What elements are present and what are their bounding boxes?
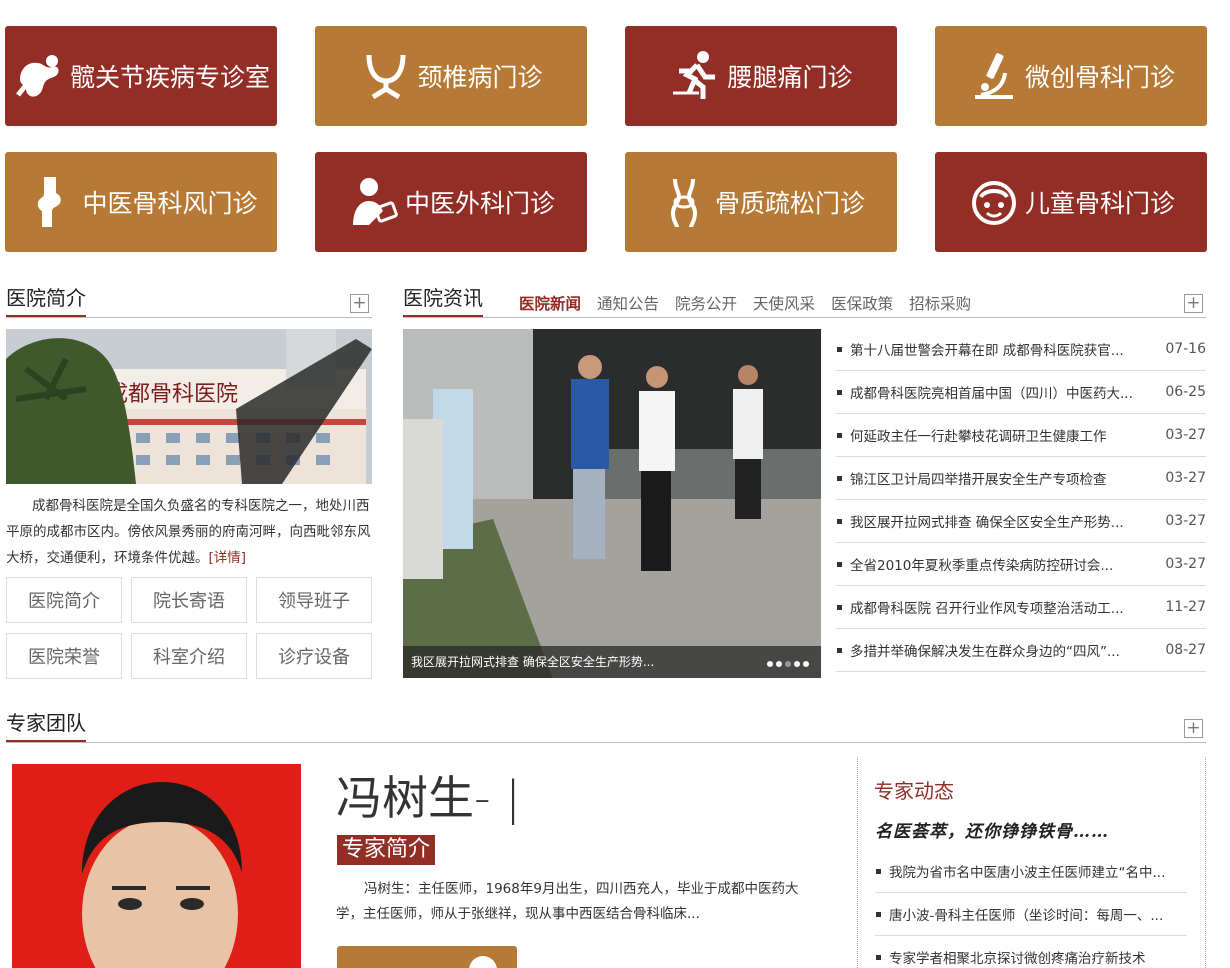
expert-photo[interactable] bbox=[12, 764, 301, 968]
experts-more-plus-icon[interactable]: + bbox=[1184, 719, 1203, 738]
news-more-plus-icon[interactable]: + bbox=[1184, 294, 1203, 313]
hip-joint-icon bbox=[12, 49, 66, 103]
tab-procurement[interactable]: 招标采购 bbox=[909, 292, 971, 314]
list-item[interactable]: 多措并举确保解决发生在群众身边的“四风”... 08-27 bbox=[836, 629, 1206, 672]
microscope-icon bbox=[967, 49, 1021, 103]
slide-dot[interactable] bbox=[803, 661, 809, 667]
list-item[interactable]: 第十八届世警会开幕在即 成都骨科医院获官... 07-16 bbox=[836, 328, 1206, 371]
expert-name: 冯树生- | bbox=[336, 771, 521, 825]
intro-button-honors[interactable]: 医院荣誉 bbox=[6, 633, 122, 679]
list-item[interactable]: 全省2010年夏秋季重点传染病防控研讨会... 03-27 bbox=[836, 543, 1206, 586]
list-item[interactable]: 何延政主任一行赴攀枝花调研卫生健康工作 03-27 bbox=[836, 414, 1206, 457]
intro-button-president-message[interactable]: 院长寄语 bbox=[131, 577, 247, 623]
tile-label: 微创骨科门诊 bbox=[1024, 63, 1175, 92]
tab-angels[interactable]: 天使风采 bbox=[753, 292, 815, 314]
slide-dot[interactable] bbox=[785, 661, 791, 667]
intro-button-leadership[interactable]: 领导班子 bbox=[256, 577, 372, 623]
child-face-icon bbox=[967, 175, 1021, 229]
expert-dynamics-slogan: 名医荟萃，还你铮铮铁骨…… bbox=[875, 822, 1109, 842]
news-section-title: 医院资讯 bbox=[403, 286, 483, 317]
intro-section-title: 医院简介 bbox=[6, 286, 86, 317]
slideshow-caption[interactable]: 我区展开拉网式排查 确保全区安全生产形势... bbox=[403, 646, 821, 678]
list-item[interactable]: 我区展开拉网式排查 确保全区安全生产形势... 03-27 bbox=[836, 500, 1206, 543]
tab-affairs[interactable]: 院务公开 bbox=[675, 292, 737, 314]
tile-label: 骨质疏松门诊 bbox=[714, 189, 865, 218]
tile-label: 腰腿痛门诊 bbox=[727, 63, 853, 92]
slideshow-image bbox=[403, 329, 821, 678]
bone-icon bbox=[657, 175, 711, 229]
tile-label: 髋关节疾病专诊室 bbox=[69, 63, 270, 92]
intro-button-equipment[interactable]: 诊疗设备 bbox=[256, 633, 372, 679]
tile-cervical-clinic[interactable]: 颈椎病门诊 bbox=[315, 26, 587, 126]
slide-dot[interactable] bbox=[776, 661, 782, 667]
list-item[interactable]: 成都骨科医院亮相首届中国（四川）中医药大... 06-25 bbox=[836, 371, 1206, 414]
news-slideshow[interactable]: 我区展开拉网式排查 确保全区安全生产形势... bbox=[403, 329, 821, 678]
tile-hip-clinic[interactable]: 髋关节疾病专诊室 bbox=[5, 26, 277, 126]
slide-dot[interactable] bbox=[767, 661, 773, 667]
list-item[interactable]: 专家学者相聚北京探讨微创疼痛治疗新技术 bbox=[875, 936, 1187, 968]
intro-detail-link[interactable]: [详情] bbox=[209, 550, 247, 566]
cervical-spine-icon bbox=[359, 49, 413, 103]
tab-hospital-news[interactable]: 医院新闻 bbox=[519, 292, 581, 314]
knee-joint-icon bbox=[24, 175, 78, 229]
slide-dot[interactable] bbox=[794, 661, 800, 667]
list-item[interactable]: 唐小波-骨科主任医师（坐诊时间：每周一、... bbox=[875, 893, 1187, 936]
experts-section-title: 专家团队 bbox=[6, 711, 86, 742]
tile-tcm-surgery-clinic[interactable]: 中医外科门诊 bbox=[315, 152, 587, 252]
divider bbox=[6, 742, 1206, 743]
divider bbox=[403, 317, 1206, 318]
tab-announcements[interactable]: 通知公告 bbox=[597, 292, 659, 314]
list-item[interactable]: 成都骨科医院 召开行业作风专项整治活动工... 11-27 bbox=[836, 586, 1206, 629]
running-person-icon bbox=[669, 49, 723, 103]
doctor-icon bbox=[347, 175, 401, 229]
expert-intro-badge: 专家简介 bbox=[337, 835, 436, 865]
expert-dynamics-title: 专家动态 bbox=[874, 779, 954, 803]
tile-label: 中医外科门诊 bbox=[404, 189, 555, 218]
intro-button-departments[interactable]: 科室介绍 bbox=[131, 633, 247, 679]
building-sign-text: 成都骨科医院 bbox=[106, 382, 238, 407]
expert-description: 冯树生：主任医师，1968年9月出生，四川西充人，毕业于成都中医药大学，主任医师… bbox=[336, 881, 799, 922]
hospital-building-image: 成都骨科医院 bbox=[6, 329, 372, 484]
tile-pediatric-orthopedic-clinic[interactable]: 儿童骨科门诊 bbox=[935, 152, 1207, 252]
news-tabs: 医院新闻 通知公告 院务公开 天使风采 医保政策 招标采购 bbox=[519, 292, 971, 314]
intro-more-plus-icon[interactable]: + bbox=[350, 294, 369, 313]
tab-insurance[interactable]: 医保政策 bbox=[831, 292, 893, 314]
tile-label: 中医骨科风门诊 bbox=[82, 189, 258, 218]
news-list: 第十八届世警会开幕在即 成都骨科医院获官... 07-16 成都骨科医院亮相首届中… bbox=[836, 328, 1206, 672]
intro-button-hospital-intro[interactable]: 医院简介 bbox=[6, 577, 122, 623]
expert-dynamics-list: 我院为省市名中医唐小波主任医师建立“名中... 唐小波-骨科主任医师（坐诊时间：… bbox=[875, 850, 1187, 968]
intro-text: 成都骨科医院是全国久负盛名的专科医院之一，地处川西平原的成都市区内。傍依风景秀丽… bbox=[6, 498, 371, 566]
slideshow-pagination bbox=[767, 661, 809, 667]
list-item[interactable]: 锦江区卫计局四举措开展安全生产专项检查 03-27 bbox=[836, 457, 1206, 500]
tile-minimally-invasive-clinic[interactable]: 微创骨科门诊 bbox=[935, 26, 1207, 126]
divider bbox=[6, 317, 372, 318]
tile-osteoporosis-clinic[interactable]: 骨质疏松门诊 bbox=[625, 152, 897, 252]
tile-label: 颈椎病门诊 bbox=[417, 63, 543, 92]
tile-back-pain-clinic[interactable]: 腰腿痛门诊 bbox=[625, 26, 897, 126]
expert-detail-button[interactable] bbox=[337, 946, 517, 968]
tile-label: 儿童骨科门诊 bbox=[1024, 189, 1175, 218]
tile-tcm-orthopedic-clinic[interactable]: 中医骨科风门诊 bbox=[5, 152, 277, 252]
list-item[interactable]: 我院为省市名中医唐小波主任医师建立“名中... bbox=[875, 850, 1187, 893]
